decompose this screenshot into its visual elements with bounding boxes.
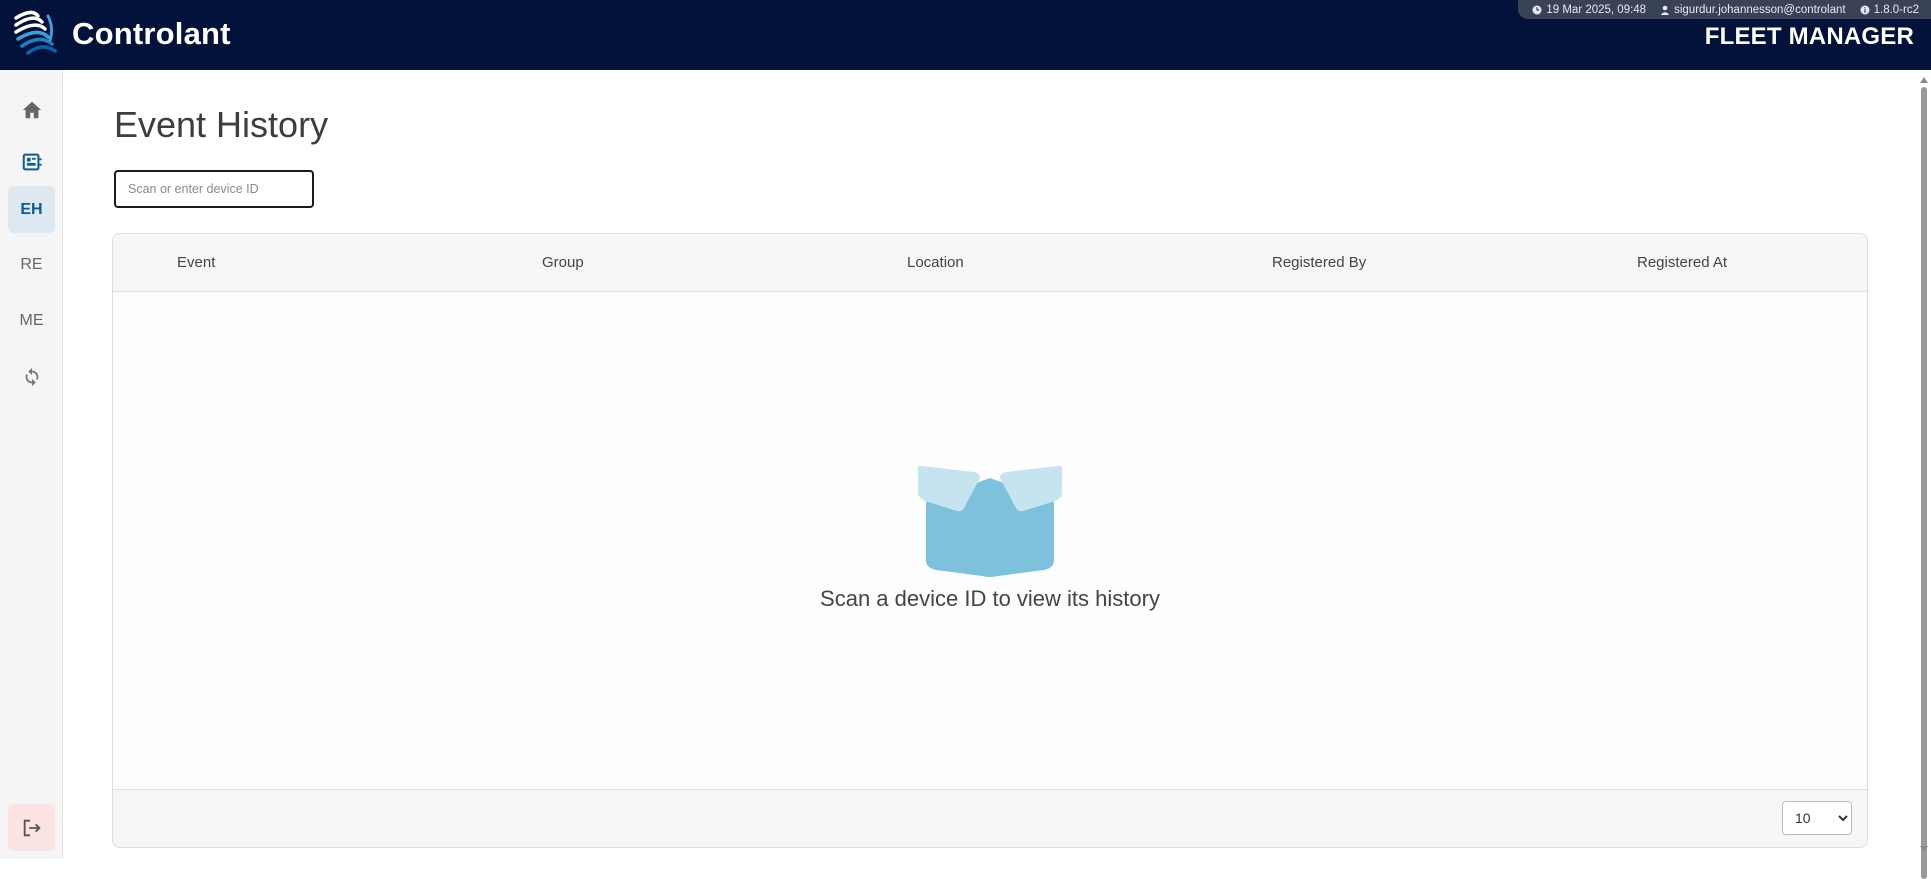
user-icon <box>1660 5 1670 15</box>
empty-state-message: Scan a device ID to view its history <box>820 586 1160 611</box>
user-info: sigurdur.johannesson@controlant <box>1660 4 1846 16</box>
column-header-event[interactable]: Event <box>177 254 215 271</box>
logout-icon <box>23 819 41 836</box>
sidebar-item-me[interactable]: ME <box>8 297 55 344</box>
sidebar-item-home[interactable] <box>8 86 55 133</box>
version-info: 1.8.0-rc2 <box>1860 4 1919 16</box>
table-header-row: Event Group Location Registered By Regis… <box>113 234 1867 292</box>
datetime-text: 19 Mar 2025, 09:48 <box>1546 3 1647 16</box>
datetime-info: 19 Mar 2025, 09:48 <box>1532 4 1646 16</box>
event-history-table: Event Group Location Registered By Regis… <box>112 233 1868 848</box>
column-header-location[interactable]: Location <box>907 254 964 271</box>
page-scrollbar[interactable] <box>1917 70 1931 879</box>
board-icon <box>22 153 42 170</box>
top-header: Controlant 19 Mar 2025, 09:48 sigurdur.j… <box>0 0 1931 70</box>
page-size-select[interactable]: 10 <box>1782 801 1852 835</box>
sidebar-item-label: ME <box>19 311 44 329</box>
empty-state: Scan a device ID to view its history <box>113 464 1867 612</box>
controlant-logo-icon <box>14 10 57 55</box>
brand-logo[interactable]: Controlant <box>12 10 231 58</box>
sync-icon <box>25 367 38 386</box>
scrollbar-thumb[interactable] <box>1921 87 1927 879</box>
column-header-group[interactable]: Group <box>542 254 584 271</box>
scroll-up-arrow-icon[interactable] <box>1920 77 1928 83</box>
page-title: Event History <box>114 104 329 145</box>
user-email-text: sigurdur.johannesson@controlant <box>1674 3 1846 16</box>
column-header-registered-at[interactable]: Registered At <box>1637 254 1727 271</box>
sidebar-item-sync[interactable] <box>8 353 55 400</box>
clock-icon <box>1532 5 1542 14</box>
sidebar-item-label: RE <box>20 255 43 273</box>
device-id-search-input[interactable] <box>114 170 314 208</box>
sidebar-item-device-board[interactable] <box>8 138 55 185</box>
sidebar-item-re[interactable]: RE <box>8 241 55 288</box>
scroll-down-arrow-icon[interactable] <box>1920 846 1928 852</box>
app-title: FLEET MANAGER <box>1704 23 1914 50</box>
sidebar-item-label: EH <box>20 200 43 218</box>
session-info-bar: 19 Mar 2025, 09:48 sigurdur.johannesson@… <box>1518 0 1931 19</box>
sidebar-nav: EH RE ME <box>0 70 63 859</box>
table-footer: 10 <box>113 789 1867 847</box>
empty-box-icon <box>917 466 1063 577</box>
column-header-registered-by[interactable]: Registered By <box>1272 254 1366 271</box>
version-text: 1.8.0-rc2 <box>1873 3 1919 16</box>
info-icon <box>1860 5 1870 14</box>
home-icon <box>22 101 41 118</box>
brand-name: Controlant <box>72 16 231 51</box>
logout-button[interactable] <box>8 804 55 851</box>
sidebar-item-event-history[interactable]: EH <box>8 186 55 233</box>
